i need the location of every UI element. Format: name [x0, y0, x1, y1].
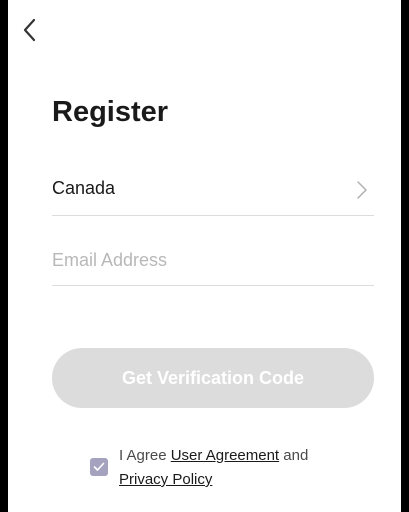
register-screen: Register Canada Get Verification Code I …	[8, 0, 401, 512]
get-verification-code-button[interactable]: Get Verification Code	[52, 348, 374, 408]
user-agreement-link[interactable]: User Agreement	[171, 447, 279, 464]
country-selector[interactable]: Canada	[52, 170, 374, 216]
agreement-text: I Agree User Agreement and Privacy Polic…	[119, 444, 359, 492]
email-field-row	[52, 240, 374, 286]
agree-and: and	[283, 447, 309, 464]
chevron-right-icon	[356, 179, 368, 201]
privacy-policy-link[interactable]: Privacy Policy	[119, 471, 212, 488]
page-title: Register	[52, 96, 169, 128]
agree-checkbox[interactable]	[90, 458, 108, 476]
country-value: Canada	[52, 178, 116, 198]
back-button[interactable]	[22, 18, 46, 46]
back-arrow-icon	[22, 18, 36, 46]
email-field[interactable]	[52, 244, 374, 276]
agree-prefix: I Agree	[119, 447, 167, 464]
